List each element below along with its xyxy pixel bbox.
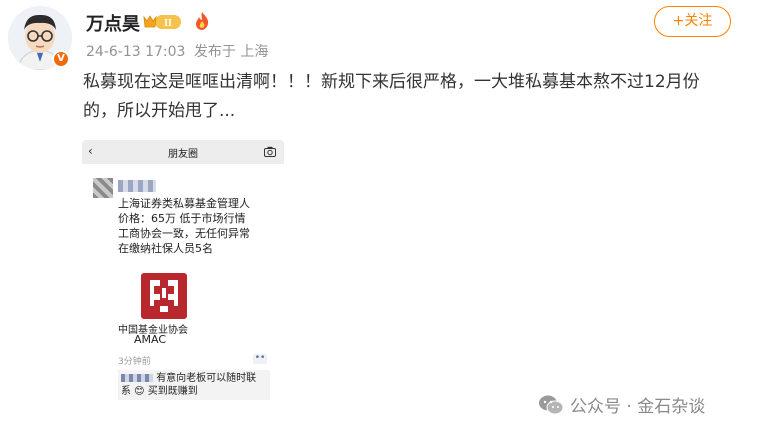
image-header-bar: ‹ 朋友圈: [82, 140, 284, 164]
amac-en-label: AMAC: [134, 333, 167, 346]
follow-button[interactable]: +关注: [654, 6, 731, 37]
camera-icon: [264, 146, 276, 157]
blurred-commenter: [121, 374, 153, 382]
blurred-name: [118, 180, 156, 192]
fire-icon[interactable]: [193, 11, 211, 31]
image-line: 工商协会一致，无任何异常: [118, 227, 250, 240]
wechat-icon: [539, 395, 564, 414]
image-title: 朋友圈: [168, 149, 198, 160]
more-icon: ••: [253, 353, 267, 364]
post-location: 发布于 上海: [193, 44, 269, 60]
verified-badge: V: [52, 50, 70, 68]
comment-line: 有意向老板可以随时联: [156, 373, 257, 384]
watermark-text: 公众号 · 金石杂谈: [570, 397, 706, 417]
image-comment: 有意向老板可以随时联 系 😊 买到既赚到: [118, 370, 270, 400]
author-name[interactable]: 万点昊: [86, 10, 140, 36]
image-time: 3分钟前: [118, 357, 151, 367]
blurred-avatar: [93, 178, 113, 198]
amac-logo-icon: [141, 273, 187, 319]
image-body-text: 上海证券类私募基金管理人 价格：65万 低于市场行情 工商协会一致，无任何异常 …: [118, 196, 284, 256]
post-meta: 24-6-13 17:03 发布于 上海: [86, 41, 268, 61]
post-image[interactable]: ‹ 朋友圈 上海证券类私募基金管理人 价格：65万 低于市场行情 工商协会一致，…: [82, 140, 284, 402]
image-line: 上海证券类私募基金管理人: [118, 197, 250, 210]
image-line: 价格：65万 低于市场行情: [118, 212, 246, 225]
comment-line: 系 😊 买到既赚到: [121, 386, 198, 397]
image-line: 在缴纳社保人员5名: [118, 242, 213, 255]
post-text: 私募现在这是哐哐出清啊！！！新规下来后很严格，一大堆私募基本熬不过12月份的，所…: [83, 72, 700, 121]
watermark: 公众号 · 金石杂谈: [538, 392, 705, 417]
vip-level: II: [164, 18, 172, 29]
post-timestamp[interactable]: 24-6-13 17:03: [86, 44, 185, 60]
vip-badge-icon[interactable]: II: [141, 12, 183, 32]
